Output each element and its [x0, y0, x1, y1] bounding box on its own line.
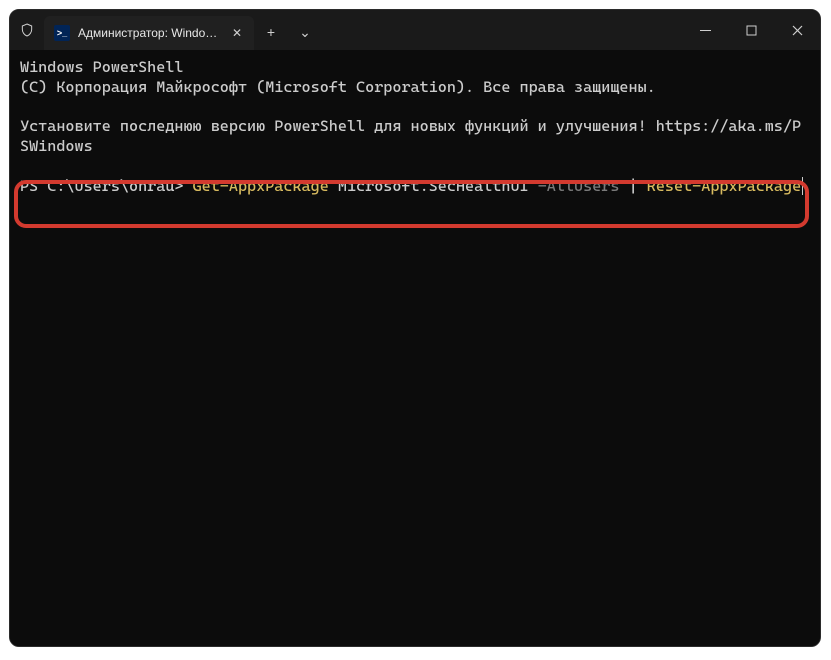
app-shield-icon — [10, 10, 44, 50]
cmdlet-reset: Reset-AppxPackage — [647, 177, 801, 195]
terminal-window: >_ Администратор: Windows Po ✕ + ⌄ Windo… — [9, 9, 821, 647]
terminal-area[interactable]: Windows PowerShell (C) Корпорация Майкро… — [10, 50, 820, 646]
text-cursor — [802, 177, 803, 195]
maximize-button[interactable] — [728, 10, 774, 50]
cmd-arg: Microsoft.SecHealthUI — [338, 177, 529, 195]
notice-line: Установите последнюю версию PowerShell д… — [20, 117, 801, 155]
banner-line-1: Windows PowerShell — [20, 58, 183, 76]
cmd-flag: -AllUsers — [538, 177, 620, 195]
titlebar: >_ Администратор: Windows Po ✕ + ⌄ — [10, 10, 820, 50]
prompt-text: PS C:\Users\ohrau> — [20, 177, 193, 195]
tab-dropdown-button[interactable]: ⌄ — [288, 15, 322, 49]
new-tab-button[interactable]: + — [254, 15, 288, 49]
tab-close-button[interactable]: ✕ — [228, 24, 246, 42]
pipe-operator: | — [629, 177, 638, 195]
powershell-icon: >_ — [54, 25, 70, 41]
close-window-button[interactable] — [774, 10, 820, 50]
banner-line-2: (C) Корпорация Майкрософт (Microsoft Cor… — [20, 78, 656, 96]
minimize-button[interactable] — [682, 10, 728, 50]
tab-title: Администратор: Windows Po — [78, 26, 220, 40]
tab-powershell-admin[interactable]: >_ Администратор: Windows Po ✕ — [44, 16, 254, 50]
cmdlet-get: Get-AppxPackage — [193, 177, 329, 195]
